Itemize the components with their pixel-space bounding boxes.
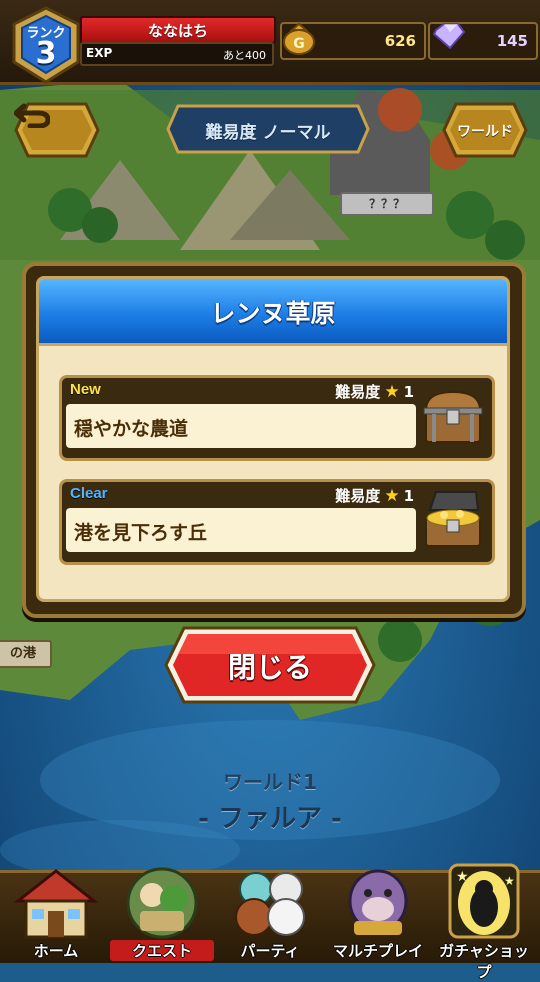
star-icon: ★ (384, 486, 400, 506)
gem-icon (432, 23, 466, 50)
treasure-chest-closed-icon (423, 390, 483, 443)
nav-label: ガチャショップ (439, 942, 529, 981)
stage-name-box: 穏やかな農道 (66, 404, 416, 448)
back-arrow-icon (14, 103, 50, 128)
gem-value: 145 (496, 32, 528, 50)
stage-status-clear: Clear (70, 485, 108, 502)
quest-icon (126, 867, 198, 939)
svg-text:★: ★ (504, 874, 515, 888)
nav-quest[interactable]: クエスト (110, 859, 214, 963)
stage-difficulty: 難易度 ★ 1 (335, 381, 414, 402)
coin-value: 626 (384, 32, 416, 50)
svg-text:G: G (293, 36, 305, 52)
coin-counter[interactable]: G 626 (280, 22, 426, 60)
stage-status-new: New (70, 381, 101, 398)
stage-name-box: 港を見下ろす丘 (66, 508, 416, 552)
difficulty-banner[interactable]: 難易度 ノーマル (166, 104, 370, 154)
house-icon (13, 869, 99, 939)
nav-multiplayer[interactable]: マルチプレイ (326, 859, 430, 963)
stage-item-2[interactable]: Clear 難易度 ★ 1 港を見下ろす丘 (59, 479, 495, 565)
player-name: ななはち (147, 22, 208, 40)
difficulty-value: 1 (403, 383, 414, 401)
nav-label: マルチプレイ (332, 942, 423, 960)
difficulty-label: 難易度 ノーマル (205, 123, 331, 143)
nav-gacha-shop[interactable]: ★ ★ ガチャショップ (432, 859, 536, 981)
stage-header: Clear 難易度 ★ 1 (66, 485, 416, 507)
nav-label: パーティ (240, 942, 300, 960)
back-button[interactable] (14, 102, 100, 158)
star-icon: ★ (384, 382, 400, 402)
difficulty-label: 難易度 (335, 383, 381, 401)
rank-badge: ランク 3 (12, 6, 80, 84)
status-bar: ランク 3 ななはち EXP あと400 G 626 145 (0, 0, 540, 85)
port-label[interactable]: の港 (0, 640, 52, 668)
exp-bar: EXP あと400 (80, 42, 274, 66)
world-button[interactable]: ワールド (442, 102, 528, 158)
gacha-icon: ★ ★ (448, 863, 520, 939)
stage-name: 港を見下ろす丘 (74, 522, 208, 544)
nav-party[interactable]: パーティ (218, 859, 322, 963)
nav-label: ホーム (33, 942, 79, 960)
difficulty-label: 難易度 (335, 487, 381, 505)
rank-value: 3 (35, 36, 57, 71)
difficulty-value: 1 (403, 487, 414, 505)
world-number: ワールド1 (223, 770, 317, 794)
bottom-navigation: ホーム クエスト パーティ マルチプレイ ★ ★ ガチャショップ (0, 863, 540, 981)
svg-text:★: ★ (456, 869, 469, 885)
party-icon (235, 872, 305, 936)
nav-home[interactable]: ホーム (4, 859, 108, 963)
area-title: レンヌ草原 (210, 299, 336, 328)
stage-header: New 難易度 ★ 1 (66, 381, 416, 403)
treasure-chest-open-icon (425, 491, 481, 547)
close-button-label: 閉じる (227, 651, 312, 684)
stage-difficulty: 難易度 ★ 1 (335, 485, 414, 506)
world-name: - ファルア - (198, 804, 342, 834)
world-button-label: ワールド (457, 124, 513, 140)
gem-counter[interactable]: 145 (428, 22, 538, 60)
close-button[interactable]: 閉じる (162, 624, 378, 706)
area-stage-popup: レンヌ草原 New 難易度 ★ 1 穏やかな農道 Clear 難易度 ★ 1 港… (22, 262, 526, 618)
stage-item-1[interactable]: New 難易度 ★ 1 穏やかな農道 (59, 375, 495, 461)
stage-name: 穏やかな農道 (74, 418, 189, 440)
popup-body: レンヌ草原 New 難易度 ★ 1 穏やかな農道 Clear 難易度 ★ 1 港… (36, 276, 510, 602)
locked-area-label: ？？？ (340, 192, 434, 216)
nav-label: クエスト (110, 940, 214, 961)
coin-bag-icon: G (283, 22, 315, 55)
multiplayer-icon (348, 869, 408, 935)
exp-label: EXP (86, 46, 113, 60)
player-name-bar: ななはち (80, 16, 276, 44)
exp-remaining: あと400 (223, 49, 266, 62)
popup-header: レンヌ草原 (39, 279, 507, 346)
